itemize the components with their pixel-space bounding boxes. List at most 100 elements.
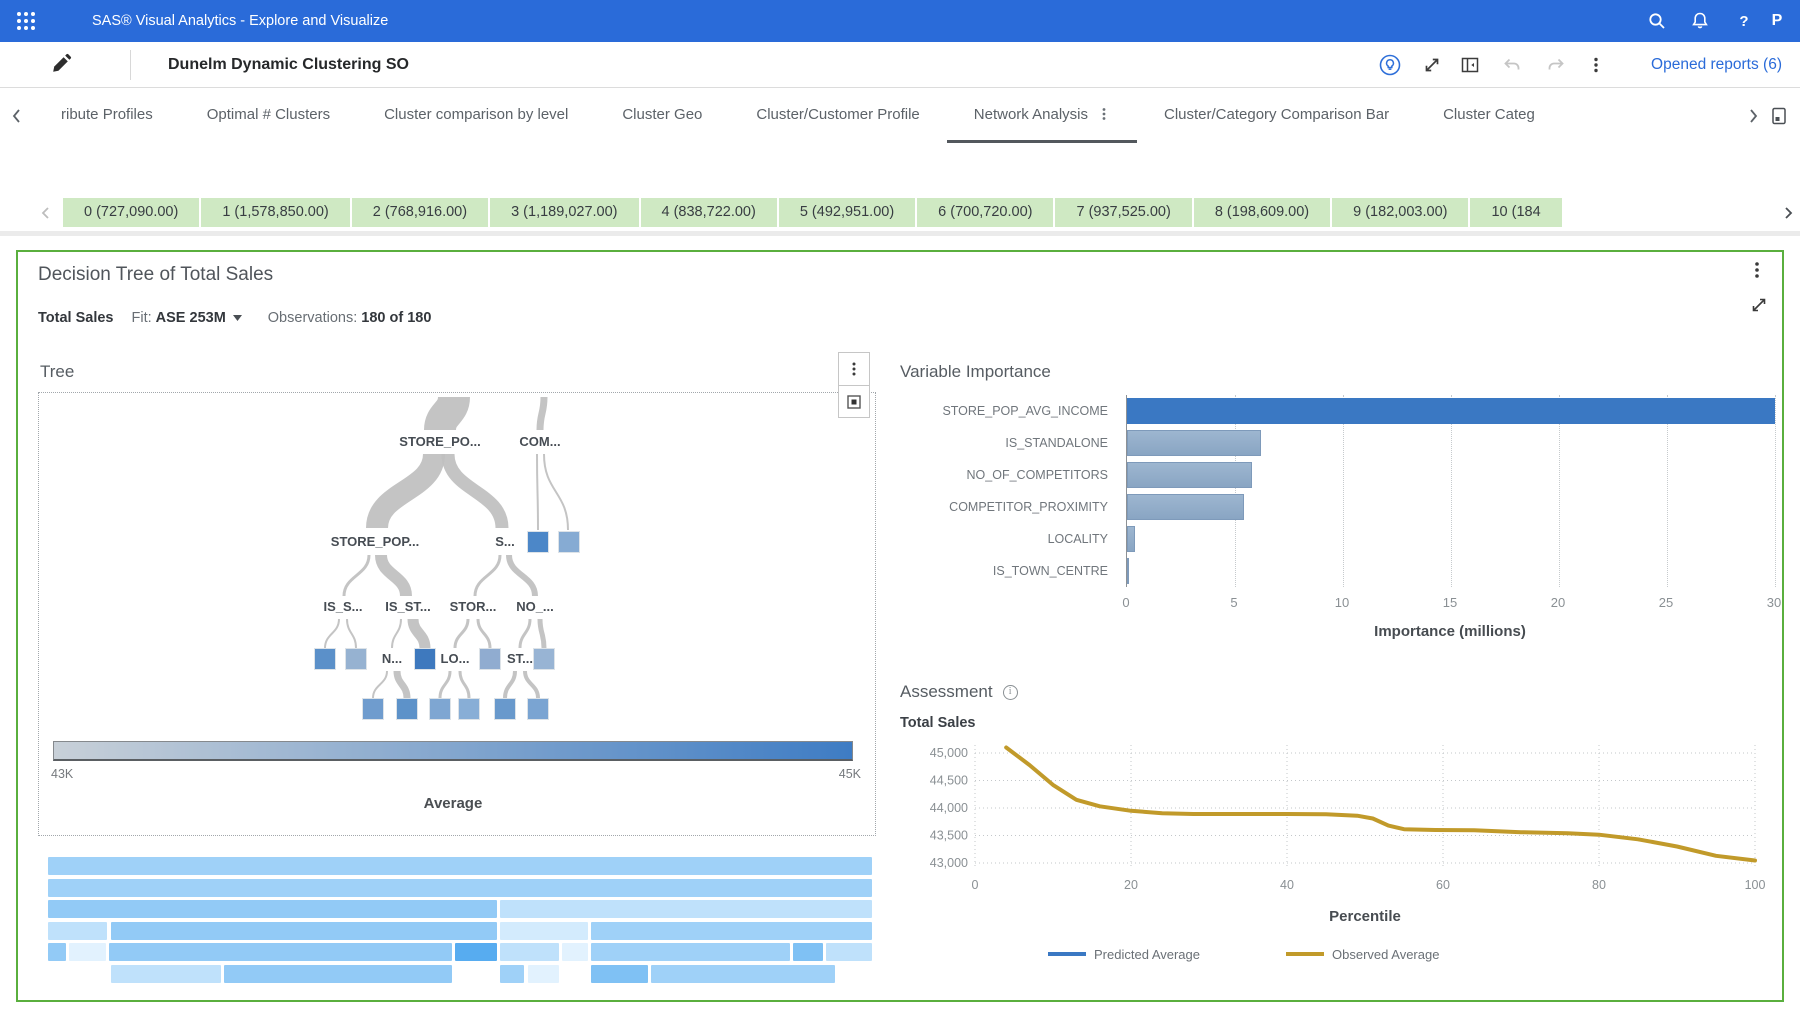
icicle-segment[interactable] bbox=[500, 900, 872, 918]
strip-scroll-left-icon[interactable] bbox=[36, 202, 56, 224]
cluster-chip[interactable]: 9 (182,003.00) bbox=[1332, 198, 1468, 227]
icicle-segment[interactable] bbox=[109, 943, 452, 961]
tree-node-label[interactable]: S... bbox=[495, 534, 515, 549]
tree-leaf-node[interactable] bbox=[346, 649, 367, 670]
tabs-scroll-right-icon[interactable] bbox=[1746, 108, 1760, 124]
tree-node-label[interactable]: NO_... bbox=[516, 599, 554, 614]
tree-leaf-node[interactable] bbox=[528, 532, 549, 553]
cluster-chip[interactable]: 10 (184 bbox=[1470, 198, 1561, 227]
notifications-bell-icon[interactable] bbox=[1688, 9, 1712, 33]
cluster-chip[interactable]: 0 (727,090.00) bbox=[63, 198, 199, 227]
tree-node-label[interactable]: ST... bbox=[507, 651, 533, 666]
help-icon[interactable]: ? bbox=[1732, 9, 1756, 33]
page-thumbnail-icon[interactable] bbox=[1770, 106, 1788, 126]
tab-cluster-category-comparison-bar[interactable]: Cluster/Category Comparison Bar bbox=[1137, 88, 1416, 143]
tree-node-label[interactable]: N... bbox=[382, 651, 402, 666]
tab-network-analysis[interactable]: Network Analysis bbox=[947, 88, 1137, 143]
redo-icon[interactable] bbox=[1544, 53, 1568, 77]
tree-node-label[interactable]: LO... bbox=[441, 651, 470, 666]
cluster-chip[interactable]: 2 (768,916.00) bbox=[352, 198, 488, 227]
strip-scroll-right-icon[interactable] bbox=[1778, 202, 1798, 224]
icicle-segment[interactable] bbox=[48, 943, 66, 961]
legend-item-observed-average[interactable]: Observed Average bbox=[1286, 947, 1439, 962]
tree-overview-toggle-icon[interactable] bbox=[839, 385, 869, 417]
icicle-segment[interactable] bbox=[500, 922, 587, 940]
tab-cluster-comparison-by-level[interactable]: Cluster comparison by level bbox=[357, 88, 595, 143]
tree-leaf-node[interactable] bbox=[559, 532, 580, 553]
tree-leaf-node[interactable] bbox=[495, 699, 516, 720]
tree-leaf-node[interactable] bbox=[397, 699, 418, 720]
icicle-segment[interactable] bbox=[793, 943, 823, 961]
icicle-segment[interactable] bbox=[528, 965, 559, 983]
insights-lightbulb-icon[interactable] bbox=[1378, 53, 1402, 77]
tab-cluster-categ[interactable]: Cluster Categ bbox=[1416, 88, 1562, 143]
icicle-segment[interactable] bbox=[48, 900, 497, 918]
panel-maximize-icon[interactable] bbox=[1750, 296, 1768, 314]
legend-item-predicted-average[interactable]: Predicted Average bbox=[1048, 947, 1200, 962]
cluster-chip[interactable]: 4 (838,722.00) bbox=[641, 198, 777, 227]
icicle-segment[interactable] bbox=[500, 943, 559, 961]
tree-node-label[interactable]: IS_ST... bbox=[385, 599, 431, 614]
tab-cluster-geo[interactable]: Cluster Geo bbox=[595, 88, 729, 143]
tabs-scroll-left-icon[interactable] bbox=[0, 88, 34, 143]
tree-leaf-node[interactable] bbox=[363, 699, 384, 720]
importance-bar-no_of_competitors[interactable] bbox=[1127, 462, 1252, 488]
user-avatar[interactable]: P bbox=[1765, 9, 1789, 33]
cluster-chip[interactable]: 8 (198,609.00) bbox=[1194, 198, 1330, 227]
tree-node-label[interactable]: STOR... bbox=[450, 599, 497, 614]
tree-leaf-node[interactable] bbox=[528, 699, 549, 720]
cluster-chip[interactable]: 7 (937,525.00) bbox=[1055, 198, 1191, 227]
apps-grid-icon[interactable] bbox=[14, 9, 38, 33]
toolbar-kebab-icon[interactable] bbox=[1584, 53, 1608, 77]
panel-kebab-icon[interactable] bbox=[1748, 260, 1766, 280]
tree-node-label[interactable]: COM... bbox=[519, 434, 560, 449]
icicle-segment[interactable] bbox=[562, 943, 588, 961]
tab-optimal-clusters[interactable]: Optimal # Clusters bbox=[180, 88, 357, 143]
observed-average-line[interactable] bbox=[1006, 748, 1755, 861]
icicle-segment[interactable] bbox=[48, 922, 107, 940]
importance-bar-is_town_centre[interactable] bbox=[1127, 558, 1129, 584]
fullscreen-expand-icon[interactable] bbox=[1420, 53, 1444, 77]
icicle-segment[interactable] bbox=[651, 965, 835, 983]
assessment-chart[interactable]: 02040608010045,00044,50044,00043,50043,0… bbox=[898, 737, 1774, 999]
edit-pencil-icon[interactable] bbox=[50, 53, 72, 75]
fit-dropdown-caret-icon[interactable] bbox=[233, 315, 242, 321]
collapse-panel-icon[interactable] bbox=[1458, 53, 1482, 77]
icicle-segment[interactable] bbox=[224, 965, 451, 983]
tab-ribute-profiles[interactable]: ribute Profiles bbox=[34, 88, 180, 143]
info-icon[interactable]: i bbox=[1003, 685, 1018, 700]
average-gradient-legend[interactable] bbox=[53, 741, 853, 761]
tree-node-label[interactable]: IS_S... bbox=[323, 599, 362, 614]
icicle-segment[interactable] bbox=[591, 965, 648, 983]
tree-leaf-node[interactable] bbox=[430, 699, 451, 720]
tree-leaf-node[interactable] bbox=[459, 699, 480, 720]
strip-scrollbar-track[interactable] bbox=[0, 231, 1800, 236]
cluster-chip[interactable]: 5 (492,951.00) bbox=[779, 198, 915, 227]
active-tab-kebab-icon[interactable] bbox=[1098, 107, 1110, 121]
icicle-segment[interactable] bbox=[48, 879, 872, 897]
icicle-segment[interactable] bbox=[500, 965, 524, 983]
icicle-segment[interactable] bbox=[455, 943, 497, 961]
importance-bar-locality[interactable] bbox=[1127, 526, 1135, 552]
icicle-segment[interactable] bbox=[111, 965, 221, 983]
tree-node-label[interactable]: STORE_PO... bbox=[399, 434, 480, 449]
icicle-segment[interactable] bbox=[591, 943, 790, 961]
icicle-segment[interactable] bbox=[48, 857, 872, 875]
tree-leaf-node[interactable] bbox=[534, 649, 555, 670]
tree-leaf-node[interactable] bbox=[415, 649, 436, 670]
icicle-segment[interactable] bbox=[826, 943, 872, 961]
tree-kebab-icon[interactable] bbox=[839, 353, 869, 385]
icicle-segment[interactable] bbox=[111, 922, 497, 940]
tree-leaf-node[interactable] bbox=[315, 649, 336, 670]
opened-reports-link[interactable]: Opened reports (6) bbox=[1620, 42, 1782, 88]
cluster-chip[interactable]: 3 (1,189,027.00) bbox=[490, 198, 638, 227]
icicle-segment[interactable] bbox=[591, 922, 872, 940]
importance-bar-store_pop_avg_income[interactable] bbox=[1127, 398, 1775, 424]
tree-node-label[interactable]: STORE_POP... bbox=[331, 534, 419, 549]
undo-icon[interactable] bbox=[1500, 53, 1524, 77]
decision-tree-visual[interactable]: STORE_PO... COM... STORE_POP... S... IS_S...… bbox=[39, 397, 875, 729]
importance-bar-is_standalone[interactable] bbox=[1127, 430, 1261, 456]
tab-cluster-customer-profile[interactable]: Cluster/Customer Profile bbox=[729, 88, 946, 143]
search-icon[interactable] bbox=[1645, 9, 1669, 33]
importance-bar-competitor_proximity[interactable] bbox=[1127, 494, 1244, 520]
